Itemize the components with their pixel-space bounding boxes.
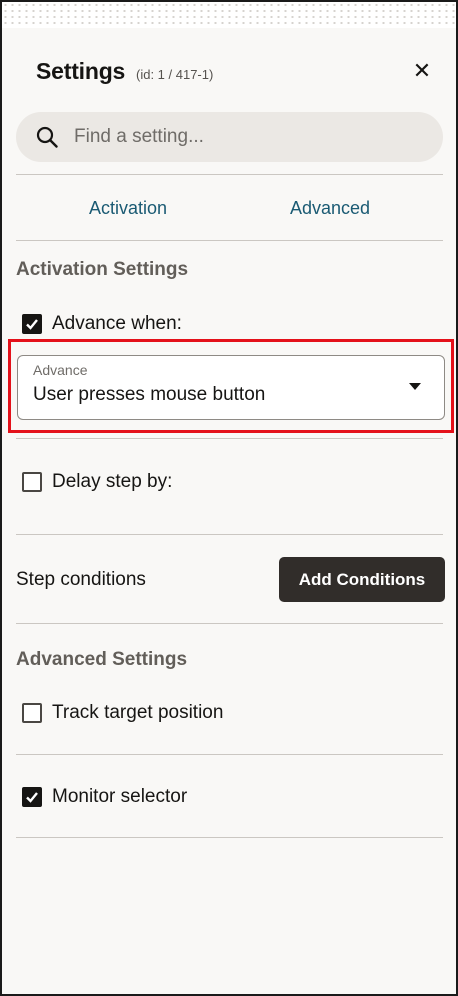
search-icon	[36, 126, 58, 148]
track-target-label: Track target position	[52, 702, 224, 723]
divider	[16, 623, 443, 624]
panel-id: (id: 1 / 417-1)	[136, 67, 214, 82]
chevron-down-icon	[409, 383, 421, 390]
panel-header: Settings (id: 1 / 417-1) ✕	[36, 58, 436, 88]
divider	[16, 174, 443, 175]
tab-activation[interactable]: Activation	[89, 198, 167, 219]
checkmark-icon	[26, 792, 38, 803]
advanced-settings-heading: Advanced Settings	[16, 649, 188, 670]
checkmark-icon	[26, 319, 38, 330]
delay-checkbox[interactable]	[22, 472, 42, 492]
divider	[16, 240, 443, 241]
add-conditions-button[interactable]: Add Conditions	[279, 557, 445, 602]
advance-when-checkbox[interactable]	[22, 314, 42, 334]
advance-when-label: Advance when:	[52, 313, 182, 334]
step-conditions-label: Step conditions	[16, 569, 146, 590]
divider	[16, 837, 443, 838]
search-input[interactable]	[74, 123, 424, 151]
dotted-header-strip	[2, 2, 456, 28]
advance-select-value: User presses mouse button	[33, 384, 266, 405]
settings-panel: Settings (id: 1 / 417-1) ✕ Activation Ad…	[0, 0, 458, 996]
tab-advanced[interactable]: Advanced	[290, 198, 370, 219]
divider	[16, 438, 443, 439]
divider	[16, 754, 443, 755]
delay-label: Delay step by:	[52, 471, 173, 492]
track-target-checkbox[interactable]	[22, 703, 42, 723]
search-field[interactable]	[16, 112, 443, 162]
activation-settings-heading: Activation Settings	[16, 259, 189, 280]
monitor-selector-label: Monitor selector	[52, 786, 188, 807]
advance-select[interactable]: Advance User presses mouse button	[17, 355, 445, 420]
panel-title: Settings	[36, 58, 126, 84]
monitor-selector-checkbox[interactable]	[22, 787, 42, 807]
close-icon[interactable]: ✕	[410, 60, 434, 84]
advance-select-label: Advance	[33, 362, 88, 378]
divider	[16, 534, 443, 535]
